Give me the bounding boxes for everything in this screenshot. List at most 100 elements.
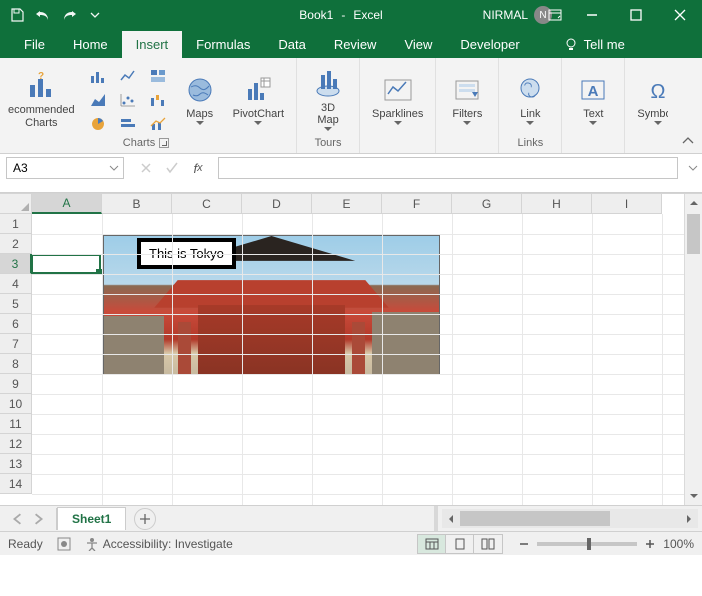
tab-data[interactable]: Data (264, 31, 319, 58)
chevron-down-icon[interactable] (107, 161, 121, 175)
maps-button[interactable]: Maps (177, 72, 223, 127)
cells-area[interactable]: This is Tokyo (32, 214, 684, 505)
close-button[interactable] (658, 0, 702, 30)
row-header[interactable]: 6 (0, 314, 32, 334)
scroll-thumb[interactable] (687, 214, 700, 254)
row-header[interactable]: 2 (0, 234, 32, 254)
zoom-slider[interactable] (537, 542, 637, 546)
expand-formula-bar-icon[interactable] (684, 163, 702, 173)
line-chart-icon[interactable] (115, 65, 141, 87)
tab-scroll-divider[interactable] (434, 506, 438, 531)
hscroll-thumb[interactable] (460, 511, 610, 526)
column-header[interactable]: A (32, 194, 102, 214)
row-header[interactable]: 5 (0, 294, 32, 314)
tab-formulas[interactable]: Formulas (182, 31, 264, 58)
scroll-left-icon[interactable] (442, 509, 460, 528)
row-header[interactable]: 9 (0, 374, 32, 394)
tab-review[interactable]: Review (320, 31, 391, 58)
select-all-triangle[interactable] (0, 194, 32, 214)
horizontal-scrollbar[interactable] (442, 509, 698, 528)
row-header[interactable]: 8 (0, 354, 32, 374)
zoom-level[interactable]: 100% (663, 537, 694, 551)
column-header[interactable]: C (172, 194, 242, 214)
qat-customize-icon[interactable] (86, 6, 104, 24)
charts-dialog-launcher[interactable] (159, 138, 169, 148)
row-header[interactable]: 7 (0, 334, 32, 354)
pie-chart-icon[interactable] (85, 113, 111, 135)
insert-function-icon[interactable]: fx (190, 160, 206, 176)
save-icon[interactable] (8, 6, 26, 24)
row-header[interactable]: 10 (0, 394, 32, 414)
ribbon: ? ecommendedCharts (0, 58, 702, 154)
tab-file[interactable]: File (10, 31, 59, 58)
ribbon-display-options-icon[interactable] (540, 0, 570, 30)
tab-developer[interactable]: Developer (446, 31, 533, 58)
row-headers[interactable]: 1234567891011121314 (0, 214, 32, 505)
new-sheet-button[interactable] (134, 508, 156, 530)
page-break-view-icon[interactable] (474, 535, 502, 553)
row-header[interactable]: 4 (0, 274, 32, 294)
vertical-scrollbar[interactable] (684, 194, 702, 505)
column-header[interactable]: H (522, 194, 592, 214)
filters-button[interactable]: Filters (444, 72, 490, 127)
macro-record-icon[interactable] (57, 537, 71, 551)
cancel-icon[interactable] (138, 160, 154, 176)
maximize-button[interactable] (614, 0, 658, 30)
recommended-charts-button[interactable]: ? ecommendedCharts (4, 68, 79, 130)
ribbon-tabs: File Home Insert Formulas Data Review Vi… (0, 30, 702, 58)
scroll-down-icon[interactable] (685, 487, 702, 505)
bar-chart-icon[interactable] (115, 113, 141, 135)
link-button[interactable]: Link (507, 72, 553, 127)
tab-home[interactable]: Home (59, 31, 122, 58)
column-header[interactable]: B (102, 194, 172, 214)
zoom-in-icon[interactable] (643, 537, 657, 551)
combo-chart-icon[interactable] (145, 113, 171, 135)
row-header[interactable]: 3 (0, 254, 32, 274)
scroll-right-icon[interactable] (680, 509, 698, 528)
waterfall-chart-icon[interactable] (145, 89, 171, 111)
minimize-button[interactable] (570, 0, 614, 30)
accessibility-status[interactable]: Accessibility: Investigate (85, 537, 233, 551)
zoom-slider-handle[interactable] (587, 538, 591, 550)
row-header[interactable]: 12 (0, 434, 32, 454)
sparklines-button[interactable]: Sparklines (368, 72, 427, 127)
normal-view-icon[interactable] (418, 535, 446, 553)
tell-me[interactable]: Tell me (554, 31, 635, 58)
column-header[interactable]: I (592, 194, 662, 214)
redo-icon[interactable] (60, 6, 78, 24)
symbols-icon: Ω (642, 74, 668, 106)
hierarchy-chart-icon[interactable] (145, 65, 171, 87)
column-header[interactable]: F (382, 194, 452, 214)
column-chart-icon[interactable] (85, 65, 111, 87)
pivotchart-icon (242, 74, 274, 106)
sheet-next-icon[interactable] (32, 513, 44, 525)
column-header[interactable]: G (452, 194, 522, 214)
area-chart-icon[interactable] (85, 89, 111, 111)
spreadsheet-grid[interactable]: ABCDEFGHI 1234567891011121314 This is To… (0, 193, 702, 505)
column-headers[interactable]: ABCDEFGHI (32, 194, 684, 214)
3d-map-button[interactable]: 3DMap (305, 66, 351, 133)
pivotchart-button[interactable]: PivotChart (229, 72, 288, 127)
row-header[interactable]: 13 (0, 454, 32, 474)
tab-view[interactable]: View (390, 31, 446, 58)
undo-icon[interactable] (34, 6, 52, 24)
sheet-tab-sheet1[interactable]: Sheet1 (57, 507, 126, 530)
text-button[interactable]: A Text (570, 72, 616, 127)
row-header[interactable]: 11 (0, 414, 32, 434)
scatter-chart-icon[interactable] (115, 89, 141, 111)
enter-icon[interactable] (164, 160, 180, 176)
scroll-up-icon[interactable] (685, 194, 702, 212)
column-header[interactable]: E (312, 194, 382, 214)
row-header[interactable]: 14 (0, 474, 32, 494)
name-box[interactable]: A3 (6, 157, 124, 179)
symbols-button[interactable]: Ω Symbols (633, 72, 668, 127)
sheet-prev-icon[interactable] (12, 513, 24, 525)
tab-insert[interactable]: Insert (122, 31, 183, 58)
column-header[interactable]: D (242, 194, 312, 214)
formula-input[interactable] (218, 157, 678, 179)
chevron-down-icon (526, 121, 534, 125)
collapse-ribbon-icon[interactable] (680, 133, 696, 149)
row-header[interactable]: 1 (0, 214, 32, 234)
page-layout-view-icon[interactable] (446, 535, 474, 553)
zoom-out-icon[interactable] (517, 537, 531, 551)
